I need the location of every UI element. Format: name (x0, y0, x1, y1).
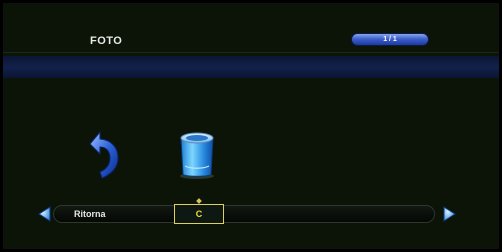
page-indicator: 1 / 1 (352, 34, 428, 45)
header-divider (3, 52, 499, 53)
left-arrow-icon[interactable] (36, 205, 54, 223)
header-band (3, 56, 499, 78)
option-bar (54, 206, 434, 222)
back-option[interactable]: Ritorna (74, 209, 106, 219)
back-arrow-icon[interactable] (86, 128, 122, 180)
right-arrow-icon[interactable] (440, 205, 458, 223)
trash-bin-icon[interactable] (176, 128, 218, 182)
selected-drive-label: C (195, 209, 203, 219)
selected-drive-option[interactable]: C (174, 204, 224, 224)
page-title: FOTO (90, 35, 123, 47)
